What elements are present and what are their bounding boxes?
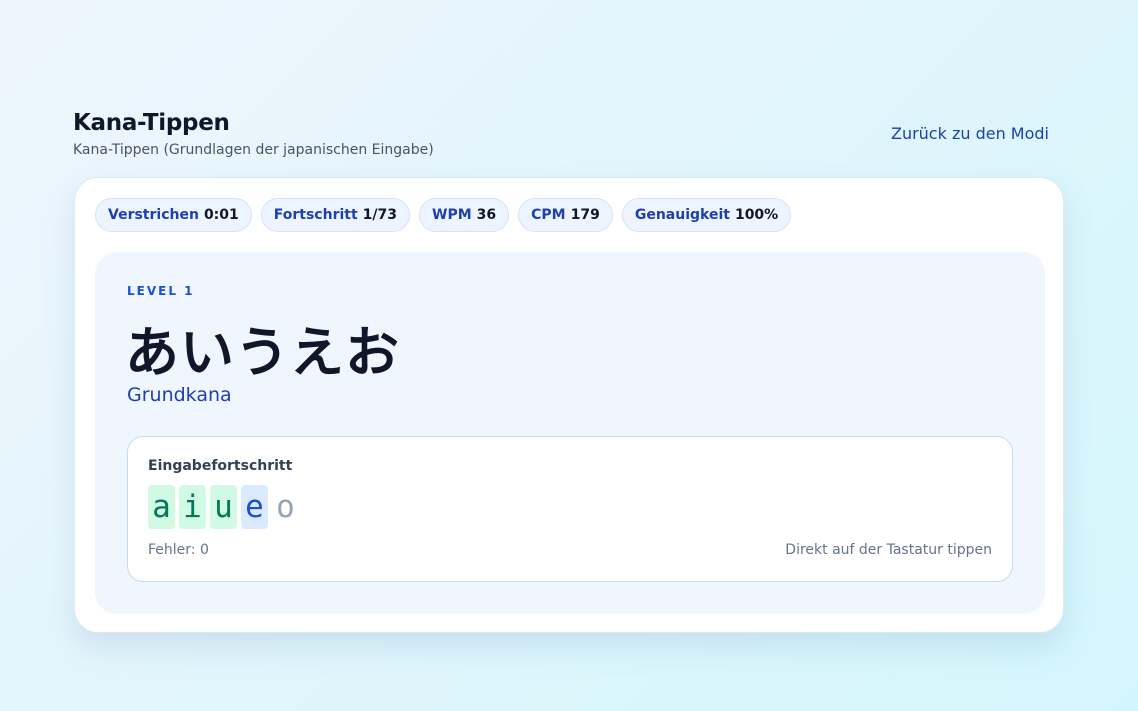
kana-prompt: あいうえお [125,321,400,384]
typed-char: a [148,485,175,529]
typed-char: u [210,485,237,529]
stat-accuracy: Genauigkeit 100% [621,198,792,232]
input-progress-box[interactable]: Eingabefortschritt a i u e o Fehler: 0 D… [127,436,1013,582]
stats-bar: Verstrichen 0:01 Fortschritt 1/73 WPM 36… [95,198,792,232]
stat-value: 179 [570,207,600,223]
current-char: e [241,485,268,529]
stat-wpm: WPM 36 [419,198,510,232]
prompt-description: Grundkana [127,384,232,406]
prompt-panel: LEVEL 1 あいうえお Grundkana Eingabefortschri… [95,252,1045,614]
back-to-modes-link[interactable]: Zurück zu den Modi [891,124,1049,143]
stat-label: WPM [432,207,472,223]
stat-label: CPM [531,207,566,223]
stat-label: Fortschritt [273,207,358,223]
stat-cpm: CPM 179 [518,198,613,232]
stat-value: 100% [734,207,779,223]
page-title: Kana-Tippen [73,110,230,136]
typed-char: i [179,485,206,529]
page-header: Kana-Tippen Kana-Tippen (Grundlagen der … [73,110,1049,160]
stat-value: 0:01 [203,207,239,223]
stat-progress: Fortschritt 1/73 [260,198,411,232]
stat-elapsed: Verstrichen 0:01 [95,198,252,232]
pending-char: o [276,488,295,525]
typed-characters: a i u e o [148,485,299,529]
page-subtitle: Kana-Tippen (Grundlagen der japanischen … [73,142,434,158]
stat-label: Genauigkeit [634,207,730,223]
stat-value: 36 [476,207,497,223]
stat-value: 1/73 [362,207,398,223]
typing-card: Verstrichen 0:01 Fortschritt 1/73 WPM 36… [74,177,1064,633]
stat-label: Verstrichen [108,207,199,223]
typing-hint: Direkt auf der Tastatur tippen [785,542,992,558]
level-label: LEVEL 1 [127,284,195,298]
error-count: Fehler: 0 [148,542,209,558]
input-progress-label: Eingabefortschritt [148,458,293,474]
